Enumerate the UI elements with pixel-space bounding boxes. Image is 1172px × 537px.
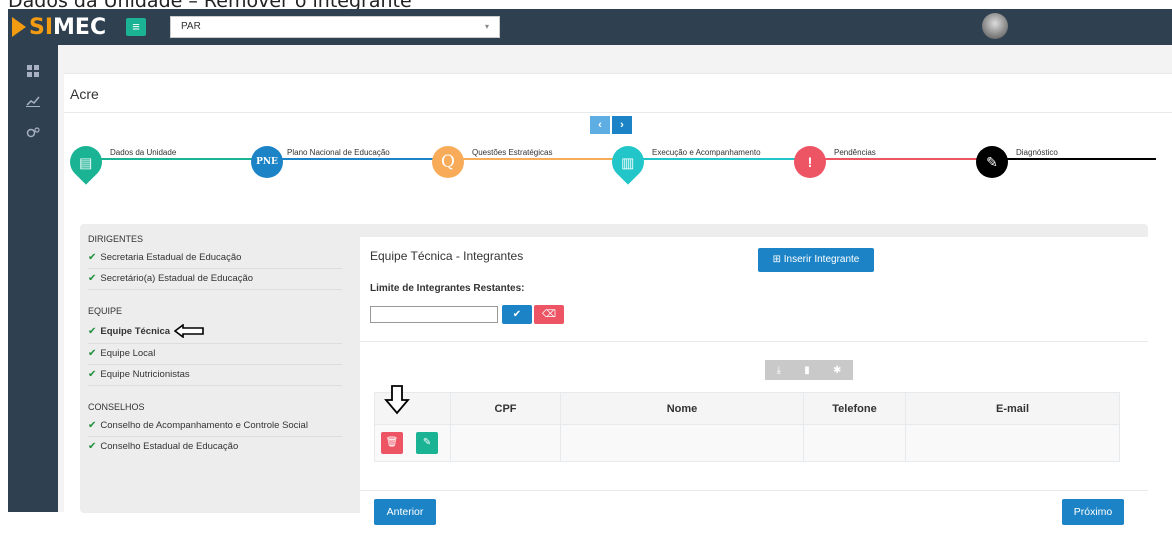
system-select[interactable]: PAR ▾ [170, 16, 500, 38]
step-label: Execução e Acompanhamento [652, 148, 761, 157]
card-divider [360, 341, 1148, 342]
row-actions: 🗑 ✎ [374, 424, 451, 462]
chevron-down-icon: ▾ [484, 22, 489, 31]
card-footer-divider [360, 490, 1148, 491]
col-cpf[interactable]: CPF [450, 392, 561, 425]
step-line-1 [86, 158, 266, 160]
cell-telefone [803, 424, 906, 462]
step-label: Diagnóstico [1016, 148, 1058, 157]
grid-icon[interactable] [26, 65, 40, 79]
system-select-value: PAR [181, 21, 201, 32]
left-sidebar [8, 45, 58, 512]
prev-step-button[interactable]: ‹ [590, 116, 610, 134]
check-icon: ✔ [88, 369, 97, 380]
next-step-button[interactable]: › [612, 116, 632, 134]
cell-email [905, 424, 1120, 462]
logo-text-b: MEC [53, 14, 107, 40]
group-title-equipe: EQUIPE [88, 306, 123, 316]
menu-item-equipe-local[interactable]: ✔ Equipe Local [88, 344, 342, 365]
menu-item-equipe-tecnica[interactable]: ✔ Equipe Técnica [88, 320, 342, 344]
menu-item-conselho-acompanhamento[interactable]: ✔ Conselho de Acompanhamento e Controle S… [88, 416, 342, 437]
menu-item-secretario[interactable]: ✔ Secretário(a) Estadual de Educação [88, 269, 342, 290]
table-toolbar: ⤓ ▮ ✱ [765, 360, 853, 380]
menu-item-equipe-nutricionistas[interactable]: ✔ Equipe Nutricionistas [88, 365, 342, 386]
step-line-3 [446, 158, 626, 160]
col-telefone[interactable]: Telefone [803, 392, 906, 425]
chart-line-icon[interactable] [26, 95, 40, 109]
logo-text-a: SI [29, 14, 54, 40]
main-area: Acre ‹ › ▤ Dados da Unidade PNE Plano Na… [58, 45, 1172, 537]
edit-button[interactable]: ✎ [416, 432, 439, 454]
bar-chart-icon: ▥ [605, 139, 651, 185]
page-title: Acre [70, 86, 99, 102]
group-title-dirigentes: DIRIGENTES [88, 234, 144, 244]
check-icon: ✔ [88, 441, 97, 452]
check-icon: ✔ [88, 420, 97, 431]
check-icon: ✔ [88, 325, 97, 337]
step-line-2 [266, 158, 446, 160]
arrow-left-icon [174, 324, 204, 338]
card-title: Equipe Técnica - Integrantes [370, 249, 524, 263]
document-icon: ▤ [63, 139, 109, 185]
previous-button[interactable]: Anterior [374, 499, 436, 525]
check-icon: ✔ [88, 252, 97, 263]
gear-icon[interactable]: ✱ [833, 365, 841, 376]
menu-item-secretaria[interactable]: ✔ Secretaria Estadual de Educação [88, 248, 342, 269]
insert-member-button[interactable]: ⊞ Inserir Integrante [758, 248, 874, 272]
col-email[interactable]: E-mail [905, 392, 1120, 425]
step-pager: ‹ › [590, 116, 632, 134]
step-label: Questões Estratégicas [472, 148, 553, 157]
pne-icon: PNE [251, 146, 283, 178]
check-icon: ✔ [88, 273, 97, 284]
question-icon: Q [432, 146, 464, 178]
cell-nome [560, 424, 804, 462]
limit-input[interactable] [370, 306, 498, 323]
simec-logo[interactable]: SIMEC [12, 14, 107, 40]
file-icon[interactable]: ▮ [804, 365, 810, 376]
cell-cpf [450, 424, 561, 462]
step-label: Plano Nacional de Educação [287, 148, 390, 157]
clear-limit-button[interactable]: ⌫ [534, 305, 564, 324]
left-section-menu: DIRIGENTES ✔ Secretaria Estadual de Educa… [88, 234, 348, 457]
step-line-5 [806, 158, 986, 160]
arrow-down-icon [384, 385, 410, 415]
content-panel: Acre ‹ › ▤ Dados da Unidade PNE Plano Na… [63, 73, 1172, 537]
title-divider [64, 112, 1172, 113]
user-avatar[interactable] [982, 13, 1008, 39]
members-table: CPF Nome Telefone E-mail 🗑 ✎ [374, 392, 1120, 462]
warning-icon: ! [794, 146, 826, 178]
step-label: Dados da Unidade [110, 148, 177, 157]
group-title-conselhos: CONSELHOS [88, 402, 145, 412]
logo-arrow-icon [12, 17, 26, 37]
col-nome[interactable]: Nome [560, 392, 804, 425]
confirm-limit-button[interactable]: ✔ [502, 305, 532, 324]
gears-icon[interactable] [26, 127, 40, 141]
check-icon: ✔ [88, 348, 97, 359]
edit-icon: ✎ [976, 146, 1008, 178]
table-row: 🗑 ✎ [374, 424, 1120, 462]
step-label: Pendências [834, 148, 876, 157]
step-line-4 [626, 158, 806, 160]
next-button[interactable]: Próximo [1062, 499, 1124, 525]
download-icon[interactable]: ⤓ [777, 365, 781, 376]
delete-button[interactable]: 🗑 [381, 432, 403, 454]
limit-label: Limite de Integrantes Restantes: [370, 283, 525, 294]
hamburger-menu-icon[interactable]: ≡ [126, 18, 146, 36]
step-line-6 [986, 158, 1156, 160]
team-card: Equipe Técnica - Integrantes ⊞ Inserir I… [360, 237, 1148, 537]
top-navbar: SIMEC ≡ PAR ▾ [8, 9, 1172, 45]
menu-item-conselho-estadual[interactable]: ✔ Conselho Estadual de Educação [88, 437, 342, 457]
